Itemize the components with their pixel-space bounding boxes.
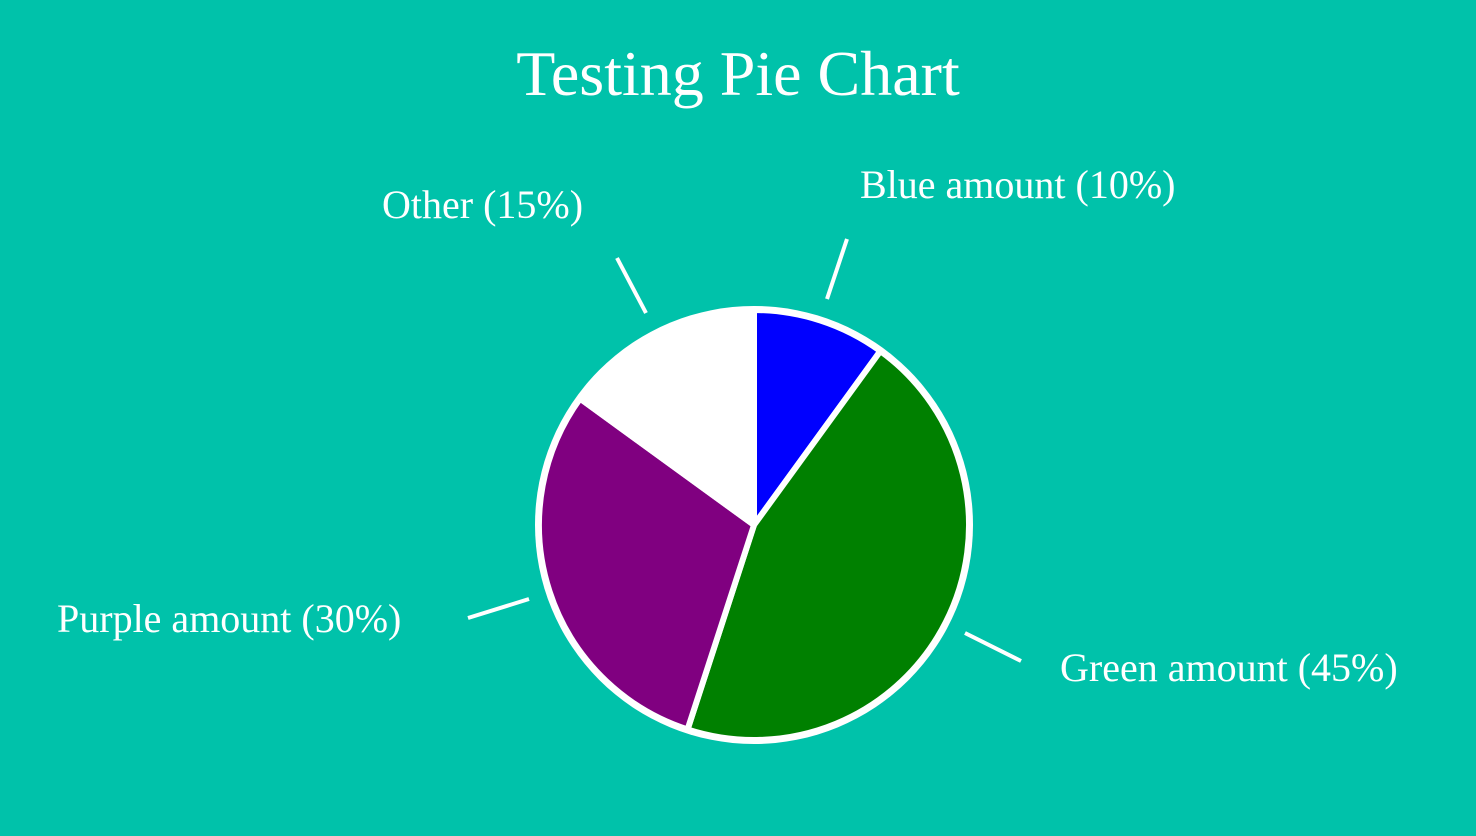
label-leader-line-0	[825, 238, 849, 300]
label-leader-line-2	[467, 597, 530, 620]
chart-canvas: Testing Pie Chart Blue amount (10%) Green…	[0, 0, 1476, 836]
slice-label-1: Green amount (45%)	[1060, 645, 1398, 690]
slice-label-3: Other (15%)	[382, 182, 583, 227]
label-leader-line-1	[964, 631, 1022, 663]
slice-label-0: Blue amount (10%)	[860, 162, 1176, 207]
label-leader-line-3	[615, 257, 648, 314]
pie-chart: Blue amount (10%) Green amount (45%) Purpl…	[57, 162, 1398, 744]
slice-label-2: Purple amount (30%)	[57, 596, 401, 641]
